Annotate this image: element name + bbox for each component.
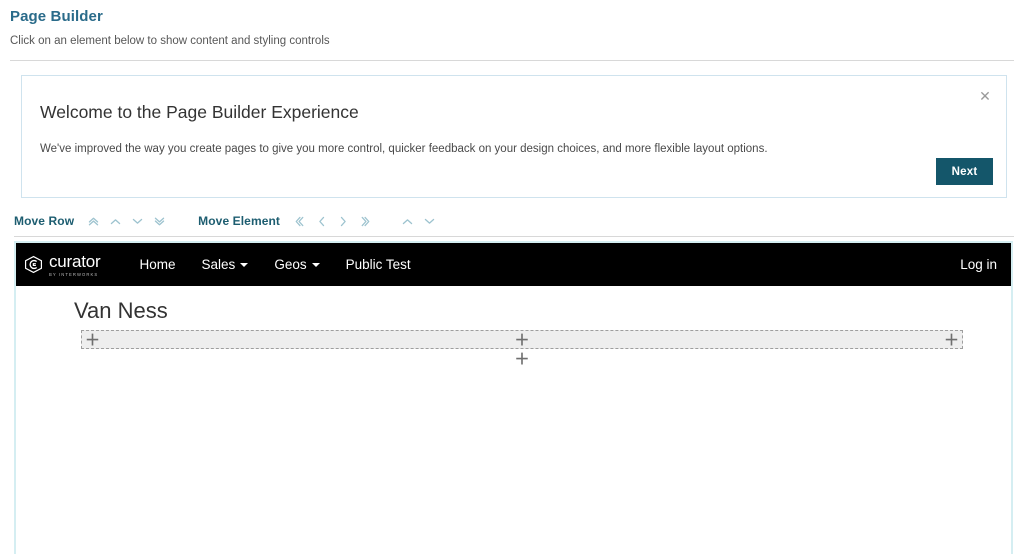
- chevron-down-icon: [311, 262, 320, 267]
- row-dropzone[interactable]: ＋ ＋ ＋: [81, 330, 963, 349]
- curator-logo-text: curator BY INTERWORKS: [49, 253, 101, 277]
- move-element-right-icon[interactable]: [332, 211, 354, 231]
- move-toolbar: Move Row Move Element: [14, 210, 1014, 232]
- next-button[interactable]: Next: [936, 158, 993, 185]
- move-element-down-icon[interactable]: [418, 211, 440, 231]
- nav-link-sales[interactable]: Sales: [189, 257, 262, 272]
- curator-tagline: BY INTERWORKS: [49, 271, 99, 277]
- move-element-last-icon[interactable]: [354, 211, 376, 231]
- canvas-empty-body[interactable]: [16, 367, 1011, 554]
- welcome-card-body: We've improved the way you create pages …: [40, 143, 768, 155]
- move-row-up-icon[interactable]: [104, 211, 126, 231]
- nav-link-home[interactable]: Home: [127, 257, 189, 272]
- add-element-right-icon[interactable]: ＋: [944, 333, 959, 348]
- move-element-vertical-controls: [396, 211, 440, 231]
- header-divider: [10, 60, 1014, 61]
- move-row-top-icon[interactable]: [82, 211, 104, 231]
- nav-link-public-test-label: Public Test: [345, 257, 411, 272]
- move-element-label: Move Element: [198, 214, 281, 228]
- add-element-center-icon[interactable]: ＋: [514, 333, 529, 348]
- add-element-left-icon[interactable]: ＋: [85, 333, 100, 348]
- nav-link-public-test[interactable]: Public Test: [333, 257, 424, 272]
- chevron-down-icon: [240, 262, 249, 267]
- nav-link-sales-label: Sales: [201, 257, 236, 272]
- move-element-first-icon[interactable]: [288, 211, 310, 231]
- nav-link-home-label: Home: [139, 257, 176, 272]
- close-icon[interactable]: ✕: [977, 88, 993, 104]
- curator-logo-icon: [24, 255, 43, 274]
- site-navbar: curator BY INTERWORKS Home Sales Geos Pu…: [16, 243, 1011, 286]
- toolbar-divider: [14, 236, 1014, 237]
- row-dropzone-wrapper: ＋ ＋ ＋ ＋: [16, 330, 1011, 367]
- login-link[interactable]: Log in: [947, 257, 997, 272]
- add-row-below-icon[interactable]: ＋: [81, 352, 963, 367]
- curator-wordmark: curator: [49, 251, 101, 271]
- move-row-down-icon[interactable]: [126, 211, 148, 231]
- page-title: Page Builder: [10, 8, 103, 25]
- move-row-label: Move Row: [14, 214, 75, 228]
- page-canvas[interactable]: Van Ness ＋ ＋ ＋ ＋: [16, 286, 1011, 554]
- welcome-card-heading: Welcome to the Page Builder Experience: [40, 102, 359, 122]
- move-element-left-icon[interactable]: [310, 211, 332, 231]
- page-subtitle: Click on an element below to show conten…: [10, 35, 330, 47]
- welcome-card: Welcome to the Page Builder Experience W…: [21, 75, 1007, 198]
- nav-link-geos-label: Geos: [274, 257, 307, 272]
- move-row-bottom-icon[interactable]: [148, 211, 170, 231]
- curator-logo[interactable]: curator BY INTERWORKS: [24, 253, 101, 277]
- canvas-heading[interactable]: Van Ness: [16, 286, 1011, 324]
- nav-link-geos[interactable]: Geos: [261, 257, 332, 272]
- move-element-up-icon[interactable]: [396, 211, 418, 231]
- move-element-controls: [288, 211, 376, 231]
- page-preview-frame[interactable]: curator BY INTERWORKS Home Sales Geos Pu…: [14, 241, 1013, 554]
- page-header: Page Builder Click on an element below t…: [0, 0, 1024, 48]
- move-row-controls: [82, 211, 170, 231]
